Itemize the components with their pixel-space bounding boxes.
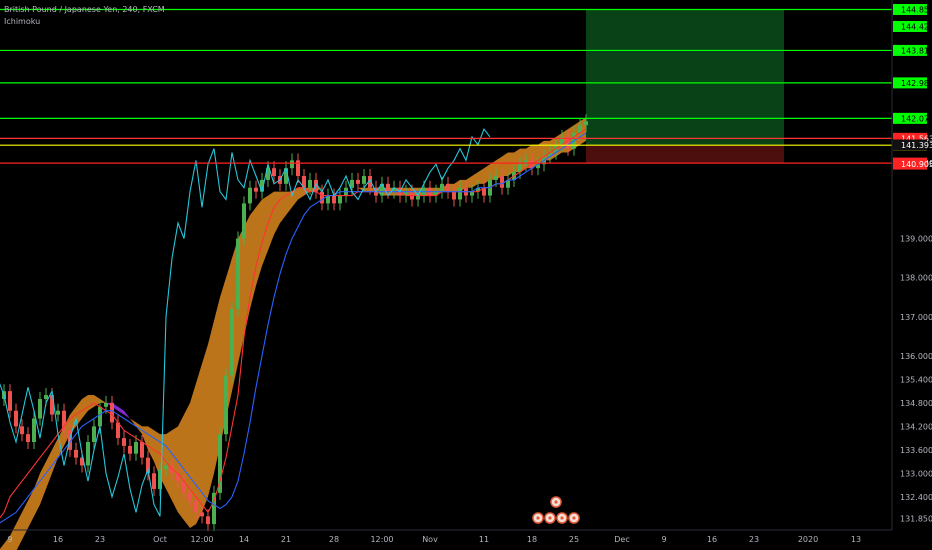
- candle-body: [152, 473, 156, 489]
- price-label: 144.423: [901, 22, 932, 31]
- x-tick-label: 13: [851, 535, 861, 544]
- y-tick-label: 139.000: [900, 235, 932, 244]
- candle-body: [86, 441, 90, 466]
- dividend-marker-icon-dot: [548, 516, 552, 520]
- candle-body: [32, 418, 36, 442]
- x-tick-label: 12:00: [190, 535, 213, 544]
- candle-body: [98, 406, 102, 427]
- cloud-segment: [364, 187, 370, 192]
- candle-body: [338, 195, 342, 204]
- x-tick-label: 23: [749, 535, 759, 544]
- cloud-segment: [208, 320, 214, 497]
- candle-body: [8, 391, 12, 411]
- cloud-segment: [184, 402, 190, 529]
- candle-body: [38, 398, 42, 419]
- y-tick-label: 137.000: [900, 313, 932, 322]
- y-tick-label: 136.000: [900, 352, 932, 361]
- candle-body: [92, 426, 96, 442]
- price-label: 142.981: [901, 79, 932, 88]
- price-label: 143.811: [901, 46, 932, 55]
- chart-canvas[interactable]: 139.000 138.000 137.000 136.000 135.400 134.8…: [0, 0, 932, 550]
- candle-body: [458, 187, 462, 200]
- x-tick-label: 14: [239, 535, 249, 544]
- candle-body: [320, 191, 324, 204]
- candle-body: [224, 375, 228, 435]
- candle-body: [584, 121, 588, 126]
- candle-body: [110, 402, 114, 423]
- x-tick-label: Dec: [614, 535, 629, 544]
- price-label: 142.074: [901, 114, 932, 123]
- price-label: 141.393: [901, 141, 932, 150]
- candle-body: [122, 438, 126, 446]
- x-tick-label: Nov: [422, 535, 438, 544]
- x-tick-label: 11: [479, 535, 489, 544]
- y-tick-label: 138.000: [900, 274, 932, 283]
- y-tick-label: 134.200: [900, 422, 932, 431]
- candle-body: [188, 492, 192, 501]
- x-tick-label: 9: [7, 535, 12, 544]
- y-tick-label: 135.400: [900, 375, 932, 384]
- price-label: 140.905: [901, 160, 932, 169]
- candle-body: [206, 516, 210, 525]
- candle-body: [14, 410, 18, 427]
- candle-body: [452, 191, 456, 200]
- candle-body: [362, 176, 366, 184]
- x-tick-label: 21: [281, 535, 291, 544]
- candle-body: [20, 426, 24, 435]
- y-tick-label: 133.000: [900, 469, 932, 478]
- candle-body: [26, 434, 30, 442]
- profit-zone: [586, 9, 784, 146]
- earnings-marker-icon-dot: [554, 500, 558, 504]
- cloud-segment: [502, 152, 508, 177]
- x-tick-label: Oct: [153, 535, 167, 544]
- symbol-title: British Pound / Japanese Yen, 240, FXCM: [4, 5, 165, 14]
- x-tick-label: 18: [527, 535, 537, 544]
- candle-body: [242, 203, 246, 239]
- candle-body: [290, 160, 294, 169]
- candle-body: [440, 183, 444, 192]
- candle-body: [56, 410, 60, 415]
- x-tick-label: 28: [329, 535, 339, 544]
- candle-body: [44, 395, 48, 399]
- candle-body: [308, 179, 312, 188]
- candle-body: [104, 402, 108, 407]
- candle-body: [494, 176, 498, 180]
- candle-body: [128, 445, 132, 454]
- candle-body: [500, 176, 504, 188]
- cloud-segment: [202, 344, 208, 513]
- x-tick-label: 2020: [798, 535, 818, 544]
- candle-body: [254, 187, 258, 192]
- x-tick-label: 16: [707, 535, 717, 544]
- candle-body: [248, 187, 252, 204]
- risk-zone: [586, 145, 784, 164]
- x-tick-label: 25: [569, 535, 579, 544]
- candle-body: [386, 183, 390, 192]
- candle-body: [230, 309, 234, 376]
- candle-body: [272, 168, 276, 177]
- candle-body: [194, 500, 198, 513]
- candle-body: [446, 183, 450, 192]
- dividend-marker-icon-dot: [536, 516, 540, 520]
- x-tick-label: 23: [95, 535, 105, 544]
- price-label: 144.857: [901, 6, 932, 15]
- candle-body: [140, 441, 144, 458]
- candle-body: [200, 512, 204, 517]
- x-tick-label: 16: [53, 535, 63, 544]
- y-tick-label: 132.400: [900, 493, 932, 502]
- candle-body: [356, 179, 360, 184]
- x-tick-label: 12:00: [370, 535, 393, 544]
- y-tick-label: 133.600: [900, 446, 932, 455]
- dividend-marker-icon-dot: [572, 516, 576, 520]
- y-tick-label: 131.850: [900, 514, 932, 523]
- candle-body: [74, 449, 78, 458]
- y-tick-label: 134.800: [900, 399, 932, 408]
- candle-body: [236, 238, 240, 310]
- x-tick-label: 9: [661, 535, 666, 544]
- candle-body: [134, 441, 138, 454]
- indicator-label: Ichimoku: [4, 17, 41, 26]
- candle-body: [332, 195, 336, 204]
- candle-body: [164, 465, 168, 470]
- dividend-marker-icon-dot: [560, 516, 564, 520]
